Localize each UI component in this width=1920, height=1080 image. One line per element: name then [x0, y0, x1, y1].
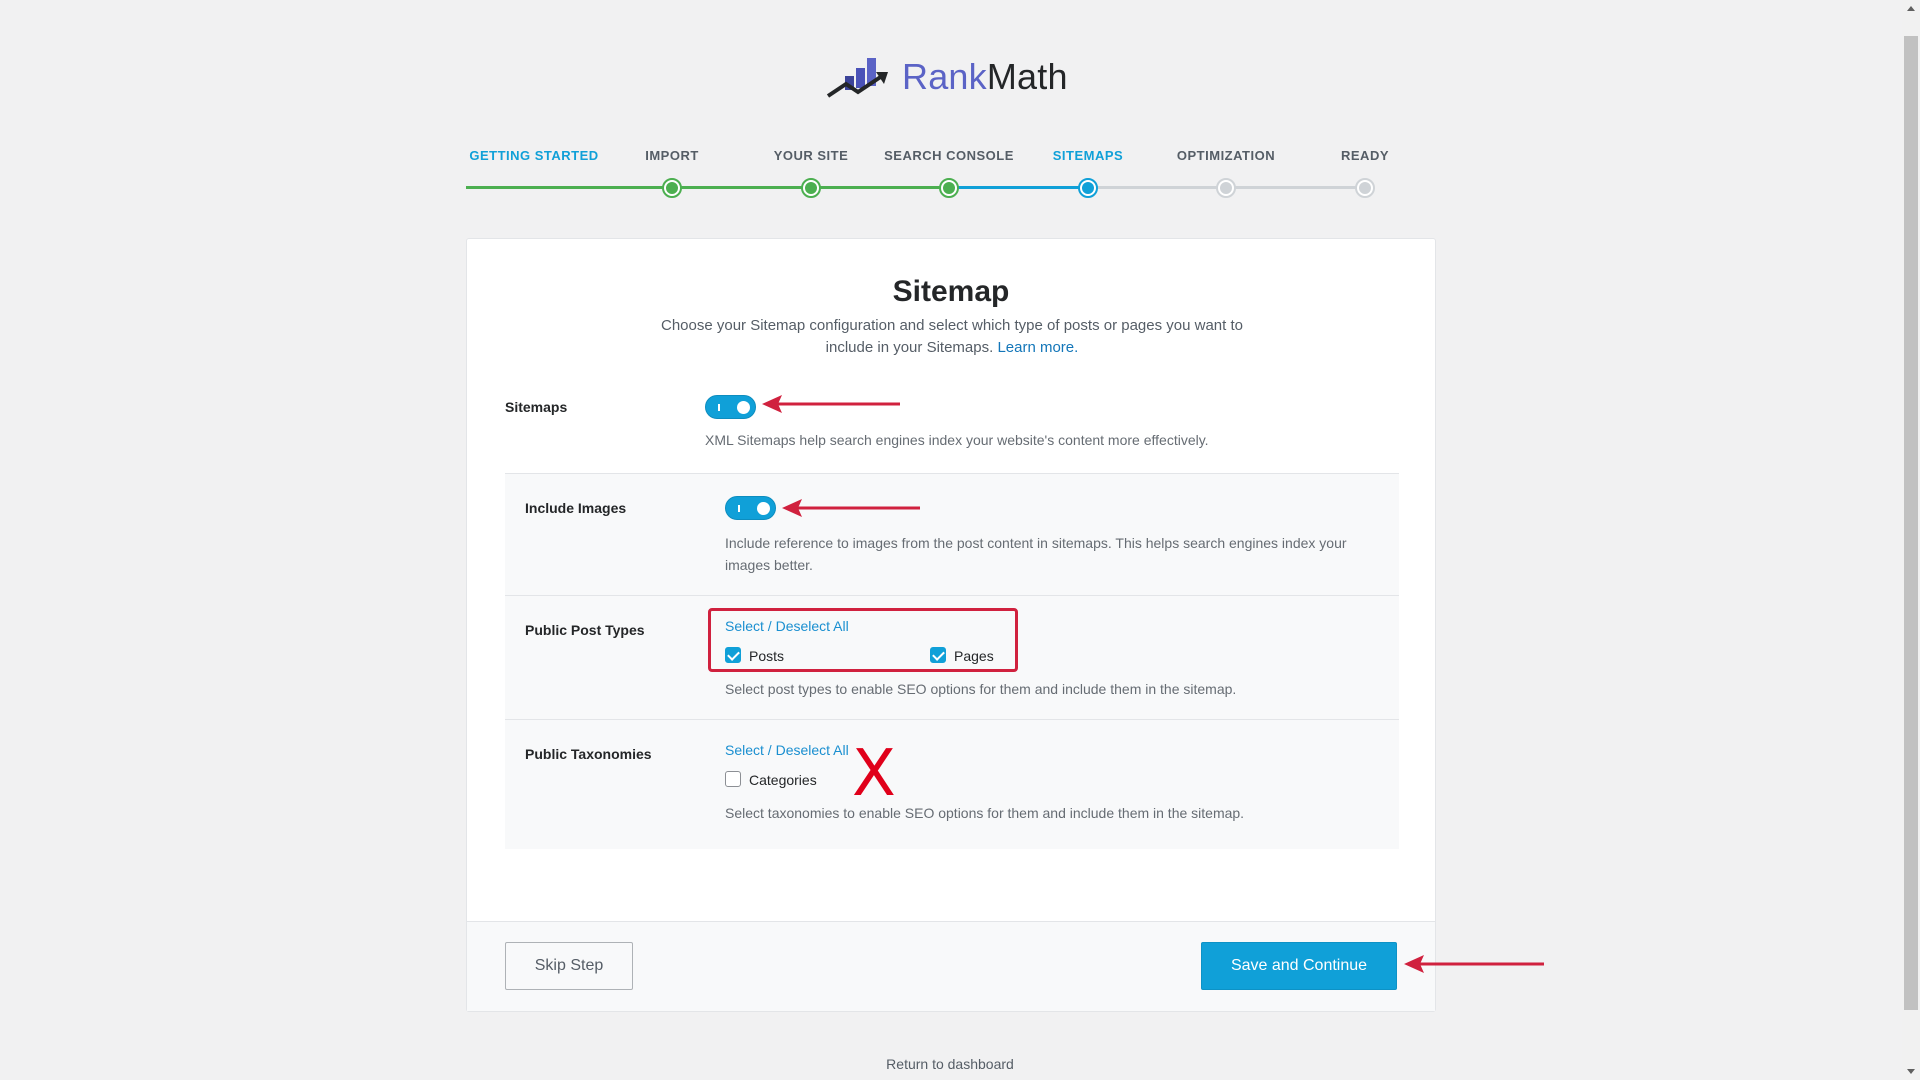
step-dot-search-console[interactable] [939, 178, 959, 198]
rankmath-logo: RankMath [826, 54, 1068, 100]
learn-more-link[interactable]: Learn more. [997, 339, 1078, 356]
sitemaps-label: Sitemaps [505, 399, 568, 415]
card-footer: Skip Step Save and Continue [467, 921, 1435, 1011]
logo-text-rank: Rank [902, 56, 987, 97]
step-dot-optimization [1216, 178, 1236, 198]
description-text: Choose your Sitemap configuration and se… [660, 317, 1243, 356]
step-ready[interactable]: READY [1341, 148, 1389, 163]
include-images-toggle[interactable] [725, 496, 776, 520]
annotation-x-mark: X [852, 737, 896, 811]
page-description: Choose your Sitemap configuration and se… [652, 315, 1252, 359]
annotation-arrow-save [1404, 955, 1544, 973]
steps-track-current [950, 186, 1088, 189]
taxonomies-label: Public Taxonomies [525, 746, 652, 762]
logo-text: RankMath [902, 56, 1068, 98]
sitemaps-help: XML Sitemaps help search engines index y… [705, 432, 1209, 448]
categories-checkbox[interactable] [725, 771, 741, 787]
sitemaps-toggle[interactable] [705, 395, 756, 419]
include-images-row: Include Images Include reference to imag… [505, 473, 1399, 595]
step-dot-sitemaps[interactable] [1078, 178, 1098, 198]
post-types-highlight-box [708, 608, 1018, 672]
include-images-help: Include reference to images from the pos… [725, 535, 1347, 573]
setup-steps: GETTING STARTED IMPORT YOUR SITE SEARCH … [466, 148, 1389, 200]
scroll-up-arrow-icon[interactable] [1907, 6, 1915, 11]
page-scrollbar[interactable] [1902, 0, 1920, 1080]
return-to-dashboard-link[interactable]: Return to dashboard [0, 1056, 1900, 1072]
post-types-label: Public Post Types [525, 622, 645, 638]
scroll-thumb[interactable] [1904, 36, 1918, 1010]
step-optimization[interactable]: OPTIMIZATION [1177, 148, 1275, 163]
logo-text-math: Math [986, 56, 1068, 97]
annotation-arrow-include-images [782, 499, 920, 517]
skip-step-button[interactable]: Skip Step [505, 942, 633, 990]
return-to-dashboard-text[interactable]: Return to dashboard [886, 1056, 1014, 1072]
step-search-console[interactable]: SEARCH CONSOLE [884, 148, 1014, 163]
step-getting-started[interactable]: GETTING STARTED [469, 148, 598, 163]
scroll-down-arrow-icon[interactable] [1907, 1069, 1915, 1074]
step-import[interactable]: IMPORT [645, 148, 699, 163]
categories-checkbox-label[interactable]: Categories [749, 772, 817, 788]
sitemaps-row: Sitemaps XML Sitemaps help search engine… [505, 393, 1399, 473]
step-sitemaps[interactable]: SITEMAPS [1053, 148, 1123, 163]
rankmath-logo-icon [826, 58, 888, 98]
taxonomies-help: Select taxonomies to enable SEO options … [725, 805, 1245, 821]
save-and-continue-button[interactable]: Save and Continue [1201, 942, 1397, 990]
annotation-arrow-sitemaps [762, 395, 900, 413]
taxonomies-select-all-link[interactable]: Select / Deselect All [725, 742, 849, 758]
step-dot-import[interactable] [662, 178, 682, 198]
step-dot-your-site[interactable] [801, 178, 821, 198]
taxonomies-row: Public Taxonomies Select / Deselect All … [505, 719, 1399, 849]
post-types-help: Select post types to enable SEO options … [725, 681, 1237, 697]
step-your-site[interactable]: YOUR SITE [774, 148, 849, 163]
page-title: Sitemap [892, 275, 1010, 308]
step-dot-ready [1355, 178, 1375, 198]
include-images-label: Include Images [525, 500, 627, 516]
